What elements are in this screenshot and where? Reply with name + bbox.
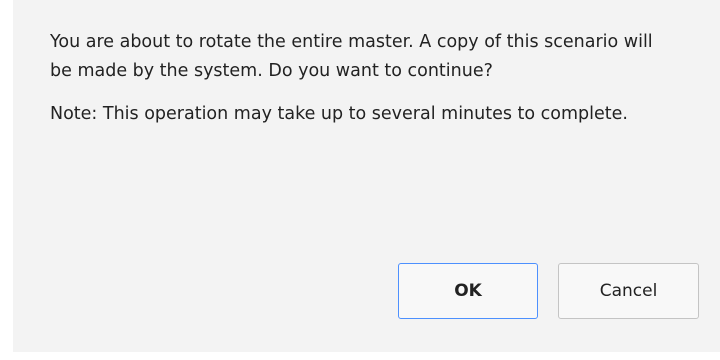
dialog-body: You are about to rotate the entire maste… bbox=[13, 0, 720, 352]
cancel-button[interactable]: Cancel bbox=[558, 263, 699, 319]
confirm-dialog: You are about to rotate the entire maste… bbox=[0, 0, 720, 360]
dialog-message: You are about to rotate the entire maste… bbox=[50, 28, 670, 143]
dialog-message-note: Note: This operation may take up to seve… bbox=[50, 104, 628, 124]
dialog-message-primary: You are about to rotate the entire maste… bbox=[50, 32, 653, 81]
ok-button[interactable]: OK bbox=[398, 263, 538, 319]
